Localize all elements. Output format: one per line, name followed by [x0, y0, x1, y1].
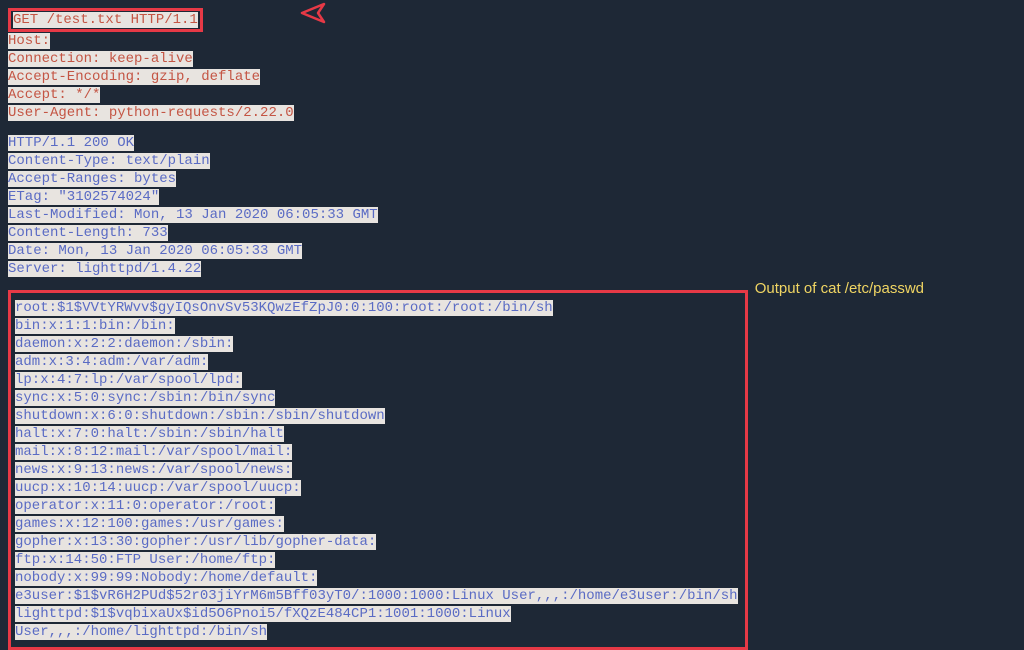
http-request-block: GET /test.txt HTTP/1.1 Host: Connection:…	[8, 8, 1016, 122]
passwd-line: bin:x:1:1:bin:/bin:	[15, 318, 175, 334]
passwd-line: ftp:x:14:50:FTP User:/home/ftp:	[15, 552, 275, 568]
http-request-encoding: Accept-Encoding: gzip, deflate	[8, 69, 260, 85]
http-response-lastmod: Last-Modified: Mon, 13 Jan 2020 06:05:33…	[8, 207, 378, 223]
passwd-line: daemon:x:2:2:daemon:/sbin:	[15, 336, 233, 352]
passwd-line: lp:x:4:7:lp:/var/spool/lpd:	[15, 372, 242, 388]
http-response-acceptranges: Accept-Ranges: bytes	[8, 171, 176, 187]
response-body-box: root:$1$VVtYRWvv$gyIQsOnvSv53KQwzEfZpJ0:…	[8, 290, 748, 650]
http-response-etag: ETag: "3102574024"	[8, 189, 159, 205]
passwd-line: shutdown:x:6:0:shutdown:/sbin:/sbin/shut…	[15, 408, 385, 424]
http-request-first-line-highlight: GET /test.txt HTTP/1.1	[8, 8, 203, 32]
passwd-line: nobody:x:99:99:Nobody:/home/default:	[15, 570, 317, 586]
annotation-label: Output of cat /etc/passwd	[755, 280, 924, 297]
http-request-accept: Accept: */*	[8, 87, 100, 103]
arrow-annotation-icon	[298, 2, 326, 29]
passwd-line: halt:x:7:0:halt:/sbin:/sbin/halt	[15, 426, 284, 442]
passwd-line: lighttpd:$1$vqbixaUx$id5O6Pnoi5/fXQzE484…	[15, 606, 511, 640]
passwd-line: news:x:9:13:news:/var/spool/news:	[15, 462, 292, 478]
http-request-host: Host:	[8, 33, 50, 49]
passwd-line: games:x:12:100:games:/usr/games:	[15, 516, 284, 532]
passwd-line: mail:x:8:12:mail:/var/spool/mail:	[15, 444, 292, 460]
http-response-contentlength: Content-Length: 733	[8, 225, 168, 241]
passwd-line: adm:x:3:4:adm:/var/adm:	[15, 354, 208, 370]
passwd-line: sync:x:5:0:sync:/sbin:/bin/sync	[15, 390, 275, 406]
http-request-line: GET /test.txt HTTP/1.1	[13, 12, 198, 28]
http-response-server: Server: lighttpd/1.4.22	[8, 261, 201, 277]
http-request-ua: User-Agent: python-requests/2.22.0	[8, 105, 294, 121]
passwd-line: e3user:$1$vR6H2PUd$52r03jiYrM6m5Bff03yT0…	[15, 588, 738, 604]
http-response-contenttype: Content-Type: text/plain	[8, 153, 210, 169]
http-response-block: HTTP/1.1 200 OK Content-Type: text/plain…	[8, 134, 1016, 278]
http-response-status: HTTP/1.1 200 OK	[8, 135, 134, 151]
http-response-date: Date: Mon, 13 Jan 2020 06:05:33 GMT	[8, 243, 302, 259]
passwd-line: root:$1$VVtYRWvv$gyIQsOnvSv53KQwzEfZpJ0:…	[15, 300, 553, 316]
passwd-line: gopher:x:13:30:gopher:/usr/lib/gopher-da…	[15, 534, 376, 550]
http-request-connection: Connection: keep-alive	[8, 51, 193, 67]
passwd-line: uucp:x:10:14:uucp:/var/spool/uucp:	[15, 480, 301, 496]
passwd-line: operator:x:11:0:operator:/root:	[15, 498, 275, 514]
